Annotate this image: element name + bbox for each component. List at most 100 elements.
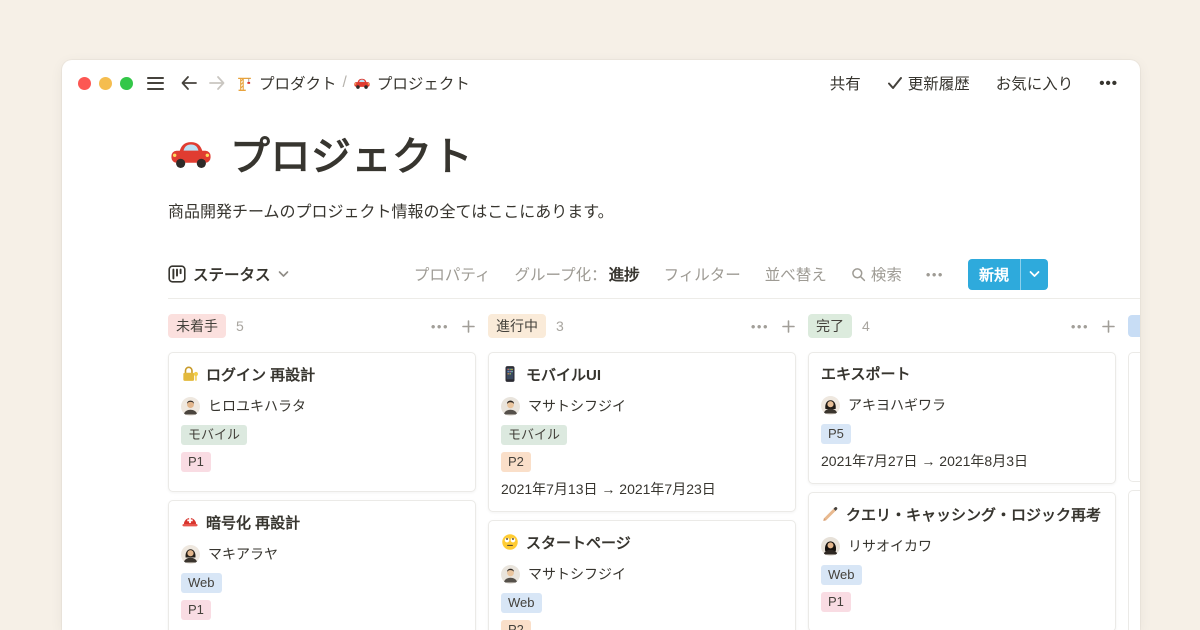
tag: Web — [501, 593, 542, 613]
board-column-in-progress: 進行中 3 ••• — [488, 313, 796, 630]
group-by-value: 進捗 — [609, 267, 640, 284]
checkmark-icon — [887, 76, 903, 90]
column-count: 3 — [556, 318, 564, 334]
page-title[interactable]: プロジェクト — [230, 124, 473, 182]
kanban-card[interactable]: スタートページ マサトシフジイ Web P2 — [488, 520, 796, 630]
column-more-button[interactable]: ••• — [751, 319, 769, 334]
helmet-icon — [181, 513, 199, 531]
properties-button[interactable]: プロパティ — [414, 263, 491, 285]
view-chevron-down-icon — [278, 270, 289, 278]
tag: Web — [821, 565, 862, 585]
avatar — [821, 537, 840, 556]
assignee-name: マサトシフジイ — [528, 396, 626, 416]
toolbar-divider — [168, 298, 1140, 299]
search-icon — [851, 267, 866, 282]
toolbar-more-button[interactable]: ••• — [926, 267, 944, 282]
column-add-card-button[interactable] — [461, 319, 476, 334]
assignee-name: アキヨハギワラ — [848, 395, 946, 415]
assignee-name: ヒロユキハラタ — [208, 396, 306, 416]
back-arrow-icon[interactable] — [180, 75, 198, 91]
tag: P1 — [181, 452, 211, 472]
card-title: 暗号化 再設計 — [206, 515, 300, 532]
breadcrumb-current-label: プロジェクト — [377, 72, 470, 94]
tag: Web — [181, 573, 222, 593]
avatar — [501, 565, 520, 584]
crane-icon — [236, 75, 253, 92]
tag: モバイル — [181, 425, 247, 445]
app-window: プロダクト / プロジェクト 共有 更新履歴 お気に入り ••• — [62, 60, 1140, 630]
maximize-window-icon[interactable] — [120, 77, 133, 90]
card-title: ログイン 再設計 — [206, 367, 315, 384]
column-status-badge[interactable] — [1128, 315, 1140, 337]
column-count: 5 — [236, 318, 244, 334]
search-button[interactable]: 検索 — [851, 263, 902, 285]
board-view-icon — [168, 265, 186, 283]
card-title: エキスポート — [821, 366, 911, 383]
avatar — [181, 397, 200, 416]
lock-icon — [181, 365, 199, 383]
board-column-partial — [1128, 313, 1140, 630]
sort-button[interactable]: 並べ替え — [765, 263, 827, 285]
column-add-card-button[interactable] — [781, 319, 796, 334]
avatar — [181, 545, 200, 564]
kanban-card[interactable] — [1128, 352, 1140, 482]
assignee-name: マキアラヤ — [208, 544, 278, 564]
car-icon — [353, 74, 371, 92]
board-column-done: 完了 4 ••• エキスポート アキヨハギワラ — [808, 313, 1116, 630]
kanban-card[interactable]: クエリ・キャッシング・ロジック再考 リサオイカワ Web P1 — [808, 492, 1116, 630]
page-description[interactable]: 商品開発チームのプロジェクト情報の全てはここにあります。 — [168, 198, 614, 222]
column-status-badge[interactable]: 進行中 — [488, 314, 546, 338]
share-button[interactable]: 共有 — [830, 72, 861, 94]
column-status-badge[interactable]: 完了 — [808, 314, 852, 338]
tag: P1 — [181, 600, 211, 620]
kanban-card[interactable]: ログイン 再設計 ヒロユキハラタ モバイル P1 — [168, 352, 476, 492]
tag: P2 — [501, 452, 531, 472]
filter-button[interactable]: フィルター — [664, 263, 741, 285]
kanban-board: 未着手 5 ••• — [168, 313, 1140, 630]
tag: モバイル — [501, 425, 567, 445]
traffic-lights — [78, 77, 133, 90]
column-status-badge[interactable]: 未着手 — [168, 314, 226, 338]
card-title: クエリ・キャッシング・ロジック再考 — [846, 507, 1101, 524]
column-more-button[interactable]: ••• — [1071, 319, 1089, 334]
kanban-card[interactable] — [1128, 490, 1140, 630]
forward-arrow-icon[interactable] — [208, 75, 226, 91]
breadcrumb-parent[interactable]: プロダクト — [236, 72, 337, 94]
column-more-button[interactable]: ••• — [431, 319, 449, 334]
updates-button[interactable]: 更新履歴 — [887, 72, 970, 94]
kanban-card[interactable]: 暗号化 再設計 マキアラヤ Web P1 — [168, 500, 476, 630]
card-title: モバイルUI — [526, 367, 601, 384]
tag: P5 — [821, 424, 851, 444]
assignee-name: マサトシフジイ — [528, 564, 626, 584]
assignee-name: リサオイカワ — [848, 536, 932, 556]
card-date-range: 2021年7月13日 → 2021年7月23日 — [501, 479, 783, 499]
phone-icon — [501, 365, 519, 383]
minimize-window-icon[interactable] — [99, 77, 112, 90]
column-count: 4 — [862, 318, 870, 334]
breadcrumb-separator: / — [343, 74, 347, 92]
kanban-card[interactable]: モバイルUI マサトシフジイ モバイル P2 2021年7月13日 → 2021… — [488, 352, 796, 512]
new-button[interactable]: 新規 — [968, 259, 1048, 290]
favorites-button[interactable]: お気に入り — [996, 72, 1074, 94]
sidebar-menu-icon[interactable] — [147, 77, 164, 90]
breadcrumb-current[interactable]: プロジェクト — [353, 72, 470, 94]
card-date-range: 2021年7月27日 → 2021年8月3日 — [821, 451, 1103, 471]
card-title: スタートページ — [526, 535, 631, 552]
window-titlebar: プロダクト / プロジェクト 共有 更新履歴 お気に入り ••• — [62, 60, 1140, 106]
column-add-card-button[interactable] — [1101, 319, 1116, 334]
rolling-eyes-icon — [501, 533, 519, 551]
writing-hand-icon — [821, 505, 839, 523]
page-title-car-icon — [168, 130, 214, 176]
tag: P1 — [821, 592, 851, 612]
kanban-card[interactable]: エキスポート アキヨハギワラ P5 2021年7月27日 → 2021年8月3日 — [808, 352, 1116, 484]
view-selector[interactable]: ステータス — [168, 263, 289, 285]
avatar — [821, 396, 840, 415]
board-column-not-started: 未着手 5 ••• — [168, 313, 476, 630]
new-button-chevron-down-icon[interactable] — [1021, 259, 1048, 290]
window-more-button[interactable]: ••• — [1099, 75, 1118, 92]
group-by-button[interactable]: グループ化：進捗 — [515, 263, 640, 285]
view-toolbar: ステータス プロパティ グループ化：進捗 フィルター 並べ替え 検索 ••• 新… — [168, 256, 1048, 292]
close-window-icon[interactable] — [78, 77, 91, 90]
avatar — [501, 397, 520, 416]
new-button-label: 新規 — [968, 259, 1020, 290]
